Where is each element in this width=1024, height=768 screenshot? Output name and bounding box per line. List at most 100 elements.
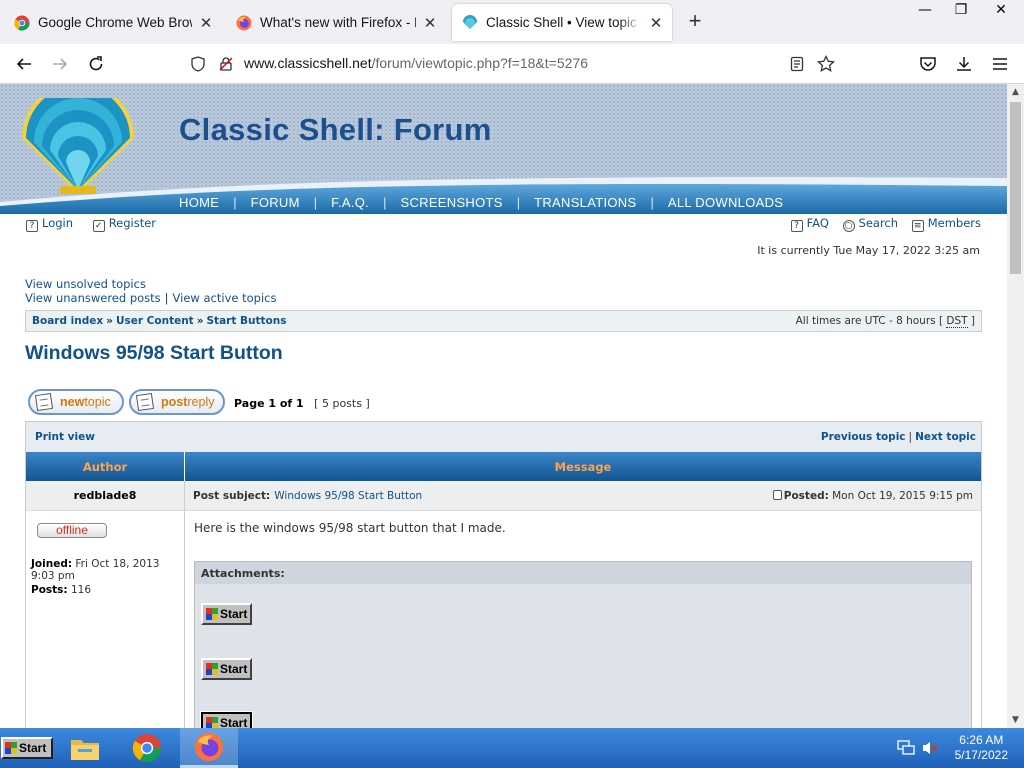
tracking-shield-icon[interactable]: [190, 56, 206, 72]
insecure-lock-icon[interactable]: [218, 56, 234, 72]
scroll-up-icon[interactable]: ▲: [1007, 84, 1024, 100]
topic-navigation: Previous topic | Next topic: [821, 431, 976, 443]
nav-home[interactable]: HOME: [179, 195, 219, 210]
network-icon[interactable]: [897, 740, 915, 756]
faq-label: FAQ: [806, 216, 829, 230]
url-text[interactable]: www.classicshell.net/forum/viewtopic.php…: [244, 55, 588, 71]
nav-separator: |: [516, 194, 521, 210]
members-icon: ≡: [911, 220, 924, 232]
topic-title[interactable]: Windows 95/98 Start Button: [25, 342, 283, 365]
chrome-icon: [132, 733, 162, 763]
taskbar-chrome[interactable]: [118, 728, 176, 768]
taskbar-file-explorer[interactable]: [56, 728, 114, 768]
post-reply-label-1: post: [161, 395, 188, 409]
attachment-start-button-image[interactable]: Start: [200, 711, 253, 728]
url-path: /forum/viewtopic.php?f=18&t=5276: [371, 55, 588, 71]
close-icon[interactable]: ✕: [422, 15, 438, 31]
scrollbar-thumb[interactable]: [1010, 102, 1021, 274]
attachment-label: Start: [220, 716, 248, 728]
downloads-button[interactable]: [952, 52, 976, 76]
forward-button[interactable]: [48, 52, 72, 76]
members-label: Members: [927, 216, 981, 230]
menu-button[interactable]: [988, 52, 1012, 76]
address-bar[interactable]: www.classicshell.net/forum/viewtopic.php…: [182, 48, 846, 80]
breadcrumb-board-index[interactable]: Board index: [32, 315, 103, 327]
close-icon[interactable]: ✕: [198, 15, 214, 31]
faq-link[interactable]: ? FAQ: [790, 216, 829, 232]
tab-title: Google Chrome Web Browser: [38, 15, 192, 30]
post-subject-link[interactable]: Windows 95/98 Start Button: [274, 490, 422, 502]
register-link[interactable]: ✓ Register: [92, 216, 156, 232]
attachment-start-button-image[interactable]: Start: [201, 603, 252, 625]
login-label: Login: [42, 216, 74, 230]
post-author[interactable]: redblade8: [26, 481, 185, 510]
minimize-icon[interactable]: —: [908, 0, 942, 20]
windows-flag-icon: [4, 741, 18, 755]
new-tab-button[interactable]: +: [684, 10, 706, 32]
site-nav: HOME | FORUM | F.A.Q. | SCREENSHOTS | TRANSL…: [179, 194, 783, 210]
posts-label: Posts:: [31, 584, 68, 596]
scroll-down-icon[interactable]: ▼: [1007, 712, 1024, 728]
window-close-icon[interactable]: ✕: [984, 0, 1018, 20]
close-icon[interactable]: ✕: [648, 15, 664, 31]
bookmark-star-icon[interactable]: [817, 55, 835, 73]
attachment-label: Start: [220, 607, 248, 621]
posted-label: Posted:: [783, 489, 829, 502]
firefox-favicon-icon: [236, 15, 252, 30]
breadcrumb-user-content[interactable]: User Content: [116, 315, 194, 327]
windows-flag-icon: [205, 607, 219, 621]
start-label: Start: [19, 741, 47, 755]
page-scrollbar[interactable]: ▲ ▼: [1007, 84, 1024, 728]
windows-flag-icon: [205, 662, 219, 676]
print-view-link[interactable]: Print view: [35, 431, 95, 443]
new-topic-button[interactable]: new topic: [28, 389, 124, 415]
attachment-start-button-image[interactable]: Start: [201, 658, 252, 680]
nav-separator: |: [383, 194, 387, 210]
tab-title: Classic Shell • View topic - Windo: [486, 15, 642, 30]
classic-shell-logo: [22, 98, 134, 194]
tab-chrome[interactable]: Google Chrome Web Browser ✕: [4, 4, 222, 41]
post-text: Here is the windows 95/98 start button t…: [194, 521, 506, 535]
post-reply-button[interactable]: post reply: [129, 389, 225, 415]
start-button[interactable]: Start: [1, 737, 53, 759]
register-icon: ✓: [92, 220, 105, 232]
reload-button[interactable]: [84, 52, 108, 76]
joined-label: Joined:: [31, 558, 73, 570]
user-links: ? Login ✓ Register: [26, 216, 172, 232]
next-topic-link[interactable]: Next topic: [915, 431, 976, 443]
view-unsolved-link[interactable]: View unsolved topics: [25, 277, 146, 291]
reader-view-icon[interactable]: [789, 56, 805, 72]
nav-faq[interactable]: F.A.Q.: [331, 195, 369, 210]
page-label: Page 1 of 1: [234, 397, 304, 410]
search-label: Search: [858, 216, 899, 230]
back-button[interactable]: [12, 52, 36, 76]
file-explorer-icon: [71, 740, 99, 760]
nav-all-downloads[interactable]: ALL DOWNLOADS: [668, 195, 783, 210]
post-content: Here is the windows 95/98 start button t…: [185, 511, 981, 728]
posts-info: Posts: 116: [31, 584, 179, 596]
reload-icon: [89, 56, 103, 71]
tray-clock[interactable]: 6:26 AM 5/17/2022: [955, 733, 1008, 763]
tab-firefox[interactable]: What's new with Firefox - More ✕: [226, 4, 446, 41]
previous-topic-link[interactable]: Previous topic: [821, 431, 906, 443]
taskbar: Start 6:26 AM 5/17/2022: [0, 728, 1024, 768]
pocket-button[interactable]: [916, 52, 940, 76]
view-unanswered-link[interactable]: View unanswered posts: [25, 291, 161, 305]
members-link[interactable]: ≡ Members: [911, 216, 981, 232]
view-active-link[interactable]: View active topics: [173, 291, 277, 305]
taskbar-firefox[interactable]: [180, 728, 238, 768]
tab-classic-shell[interactable]: Classic Shell • View topic - Windo ✕: [452, 4, 672, 41]
nav-forum[interactable]: FORUM: [251, 195, 300, 210]
restore-icon[interactable]: ❐: [944, 0, 978, 20]
quick-links: View unsolved topics View unanswered pos…: [25, 277, 276, 305]
breadcrumb-start-buttons[interactable]: Start Buttons: [207, 315, 287, 327]
new-topic-label-1: new: [60, 395, 85, 409]
nav-screenshots[interactable]: SCREENSHOTS: [400, 195, 502, 210]
search-link[interactable]: ○ Search: [842, 216, 899, 232]
login-link[interactable]: ? Login: [26, 216, 74, 232]
post-icon[interactable]: [772, 489, 782, 500]
volume-muted-icon[interactable]: [921, 740, 939, 756]
nav-translations[interactable]: TRANSLATIONS: [534, 195, 636, 210]
nav-separator: |: [233, 194, 237, 210]
